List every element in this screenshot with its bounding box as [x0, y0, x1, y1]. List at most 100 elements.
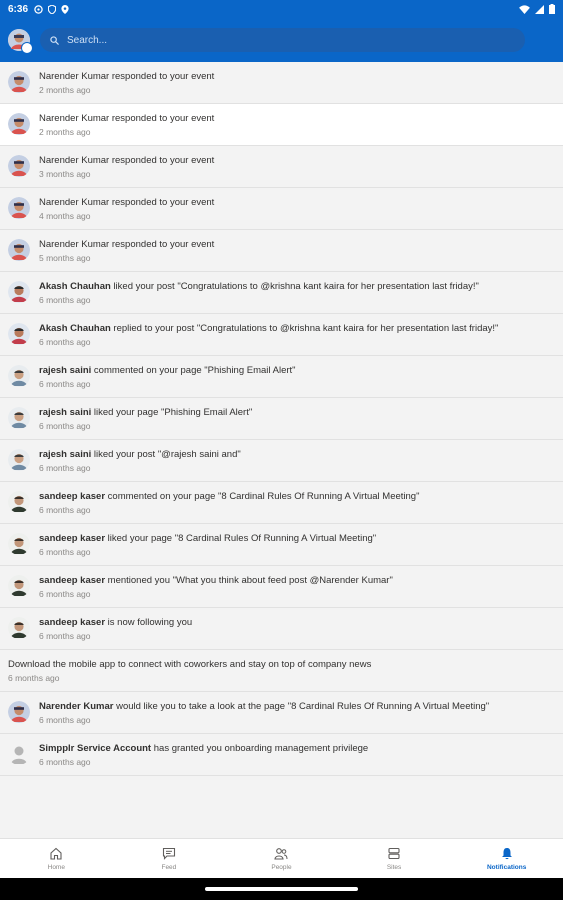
- tab-feed[interactable]: Feed: [113, 839, 226, 879]
- people-icon: [274, 847, 288, 864]
- notification-time: 2 months ago: [39, 127, 91, 137]
- notification-text: Narender Kumar responded to your event: [39, 112, 214, 125]
- actor-avatar: [8, 113, 30, 135]
- settings-status-icon: [34, 4, 43, 14]
- notification-item[interactable]: Akash Chauhan replied to your post "Cong…: [0, 314, 563, 356]
- tab-label: Home: [47, 864, 65, 871]
- actor-avatar: [8, 71, 30, 93]
- notification-text: Akash Chauhan liked your post "Congratul…: [39, 280, 479, 293]
- notification-item[interactable]: sandeep kaser commented on your page "8 …: [0, 482, 563, 524]
- actor-avatar: [8, 239, 30, 261]
- actor-avatar: [8, 533, 30, 555]
- notification-time: 6 months ago: [39, 463, 91, 473]
- my-avatar-button[interactable]: [8, 29, 33, 54]
- actor-name: rajesh saini: [39, 449, 92, 460]
- actor-name: sandeep kaser: [39, 533, 106, 544]
- notification-item[interactable]: Simpplr Service Account has granted you …: [0, 734, 563, 776]
- notification-text: sandeep kaser mentioned you "What you th…: [39, 574, 393, 587]
- notification-time: 3 months ago: [39, 169, 91, 179]
- notification-text: Narender Kumar responded to your event: [39, 70, 214, 83]
- notification-text: Narender Kumar would like you to take a …: [39, 700, 489, 713]
- tab-label: Sites: [386, 864, 402, 871]
- actor-avatar: [8, 281, 30, 303]
- notification-text: sandeep kaser is now following you: [39, 616, 192, 629]
- notification-item[interactable]: Akash Chauhan liked your post "Congratul…: [0, 272, 563, 314]
- profile-badge-icon: [21, 42, 33, 54]
- actor-avatar: [8, 155, 30, 177]
- notification-time: 6 months ago: [39, 505, 91, 515]
- tab-home[interactable]: Home: [0, 839, 113, 879]
- notification-item[interactable]: Narender Kumar responded to your event 2 …: [0, 62, 563, 104]
- notification-message: liked your post "@rajesh saini and": [91, 449, 241, 460]
- search-input[interactable]: Search...: [40, 28, 525, 52]
- notification-item[interactable]: rajesh saini commented on your page "Phi…: [0, 356, 563, 398]
- notification-message: Narender Kumar responded to your event: [39, 71, 215, 82]
- notification-time: 4 months ago: [39, 211, 91, 221]
- promo-text: Download the mobile app to connect with …: [8, 659, 372, 670]
- sites-icon: [387, 847, 401, 864]
- notification-time: 2 months ago: [39, 85, 91, 95]
- notification-message: commented on your page "Phishing Email A…: [91, 365, 296, 376]
- home-gesture-handle[interactable]: [205, 887, 358, 891]
- shield-status-icon: [48, 4, 57, 14]
- tab-label: Notifications: [486, 864, 527, 871]
- actor-avatar: [8, 365, 30, 387]
- notification-message: would like you to take a look at the pag…: [113, 701, 490, 712]
- notification-item[interactable]: Narender Kumar responded to your event 5 …: [0, 230, 563, 272]
- notification-item[interactable]: Narender Kumar responded to your event 2 …: [0, 104, 563, 146]
- actor-avatar: [8, 407, 30, 429]
- actor-avatar: [8, 743, 30, 765]
- notification-item[interactable]: rajesh saini liked your page "Phishing E…: [0, 398, 563, 440]
- notification-text: sandeep kaser commented on your page "8 …: [39, 490, 419, 503]
- actor-name: rajesh saini: [39, 407, 92, 418]
- actor-name: sandeep kaser: [39, 617, 106, 628]
- tab-notifications[interactable]: Notifications: [450, 839, 563, 879]
- notification-item[interactable]: Narender Kumar responded to your event 4 …: [0, 188, 563, 230]
- actor-avatar: [8, 617, 30, 639]
- notification-message: Narender Kumar responded to your event: [39, 155, 215, 166]
- notification-time: 6 months ago: [39, 757, 91, 767]
- notification-message: is now following you: [105, 617, 193, 628]
- battery-icon: [549, 4, 555, 14]
- notification-time: 6 months ago: [39, 715, 91, 725]
- notification-text: Narender Kumar responded to your event: [39, 154, 214, 167]
- notification-time: 6 months ago: [39, 547, 91, 557]
- notification-item[interactable]: sandeep kaser liked your page "8 Cardina…: [0, 524, 563, 566]
- actor-name: sandeep kaser: [39, 491, 106, 502]
- wifi-icon: [519, 4, 530, 14]
- actor-name: Simpplr Service Account: [39, 743, 152, 754]
- status-time: 6:36: [8, 3, 29, 15]
- notification-text: Akash Chauhan replied to your post "Cong…: [39, 322, 498, 335]
- notification-text: rajesh saini liked your page "Phishing E…: [39, 406, 252, 419]
- notification-text: Narender Kumar responded to your event: [39, 196, 214, 209]
- promo-notification[interactable]: Download the mobile app to connect with …: [0, 650, 563, 692]
- notification-time: 6 months ago: [39, 631, 91, 641]
- notification-time: 6 months ago: [39, 421, 91, 431]
- bottom-nav: Home Feed People Sites Notifications: [0, 838, 563, 879]
- home-icon: [49, 847, 63, 864]
- actor-name: rajesh saini: [39, 365, 92, 376]
- notification-time: 6 months ago: [39, 337, 91, 347]
- notification-item[interactable]: rajesh saini liked your post "@rajesh sa…: [0, 440, 563, 482]
- notification-item[interactable]: Narender Kumar would like you to take a …: [0, 692, 563, 734]
- notification-text: rajesh saini commented on your page "Phi…: [39, 364, 296, 377]
- notification-message: liked your page "8 Cardinal Rules Of Run…: [105, 533, 377, 544]
- actor-avatar: [8, 197, 30, 219]
- notification-item[interactable]: Narender Kumar responded to your event 3 …: [0, 146, 563, 188]
- feed-icon: [162, 847, 176, 864]
- notification-item[interactable]: sandeep kaser is now following you 6 mont…: [0, 608, 563, 650]
- notification-time: 6 months ago: [39, 379, 91, 389]
- notification-message: mentioned you "What you think about feed…: [105, 575, 393, 586]
- tab-sites[interactable]: Sites: [338, 839, 451, 879]
- search-icon: [50, 35, 59, 45]
- tab-label: People: [271, 864, 292, 871]
- notification-message: liked your page "Phishing Email Alert": [91, 407, 253, 418]
- notification-time: 6 months ago: [39, 589, 91, 599]
- status-bar: 6:36: [0, 0, 563, 18]
- notification-time: 6 months ago: [39, 295, 91, 305]
- bell-icon: [500, 847, 514, 864]
- tab-people[interactable]: People: [225, 839, 338, 879]
- notification-text: Simpplr Service Account has granted you …: [39, 742, 368, 755]
- notification-item[interactable]: sandeep kaser mentioned you "What you th…: [0, 566, 563, 608]
- notification-message: Narender Kumar responded to your event: [39, 239, 215, 250]
